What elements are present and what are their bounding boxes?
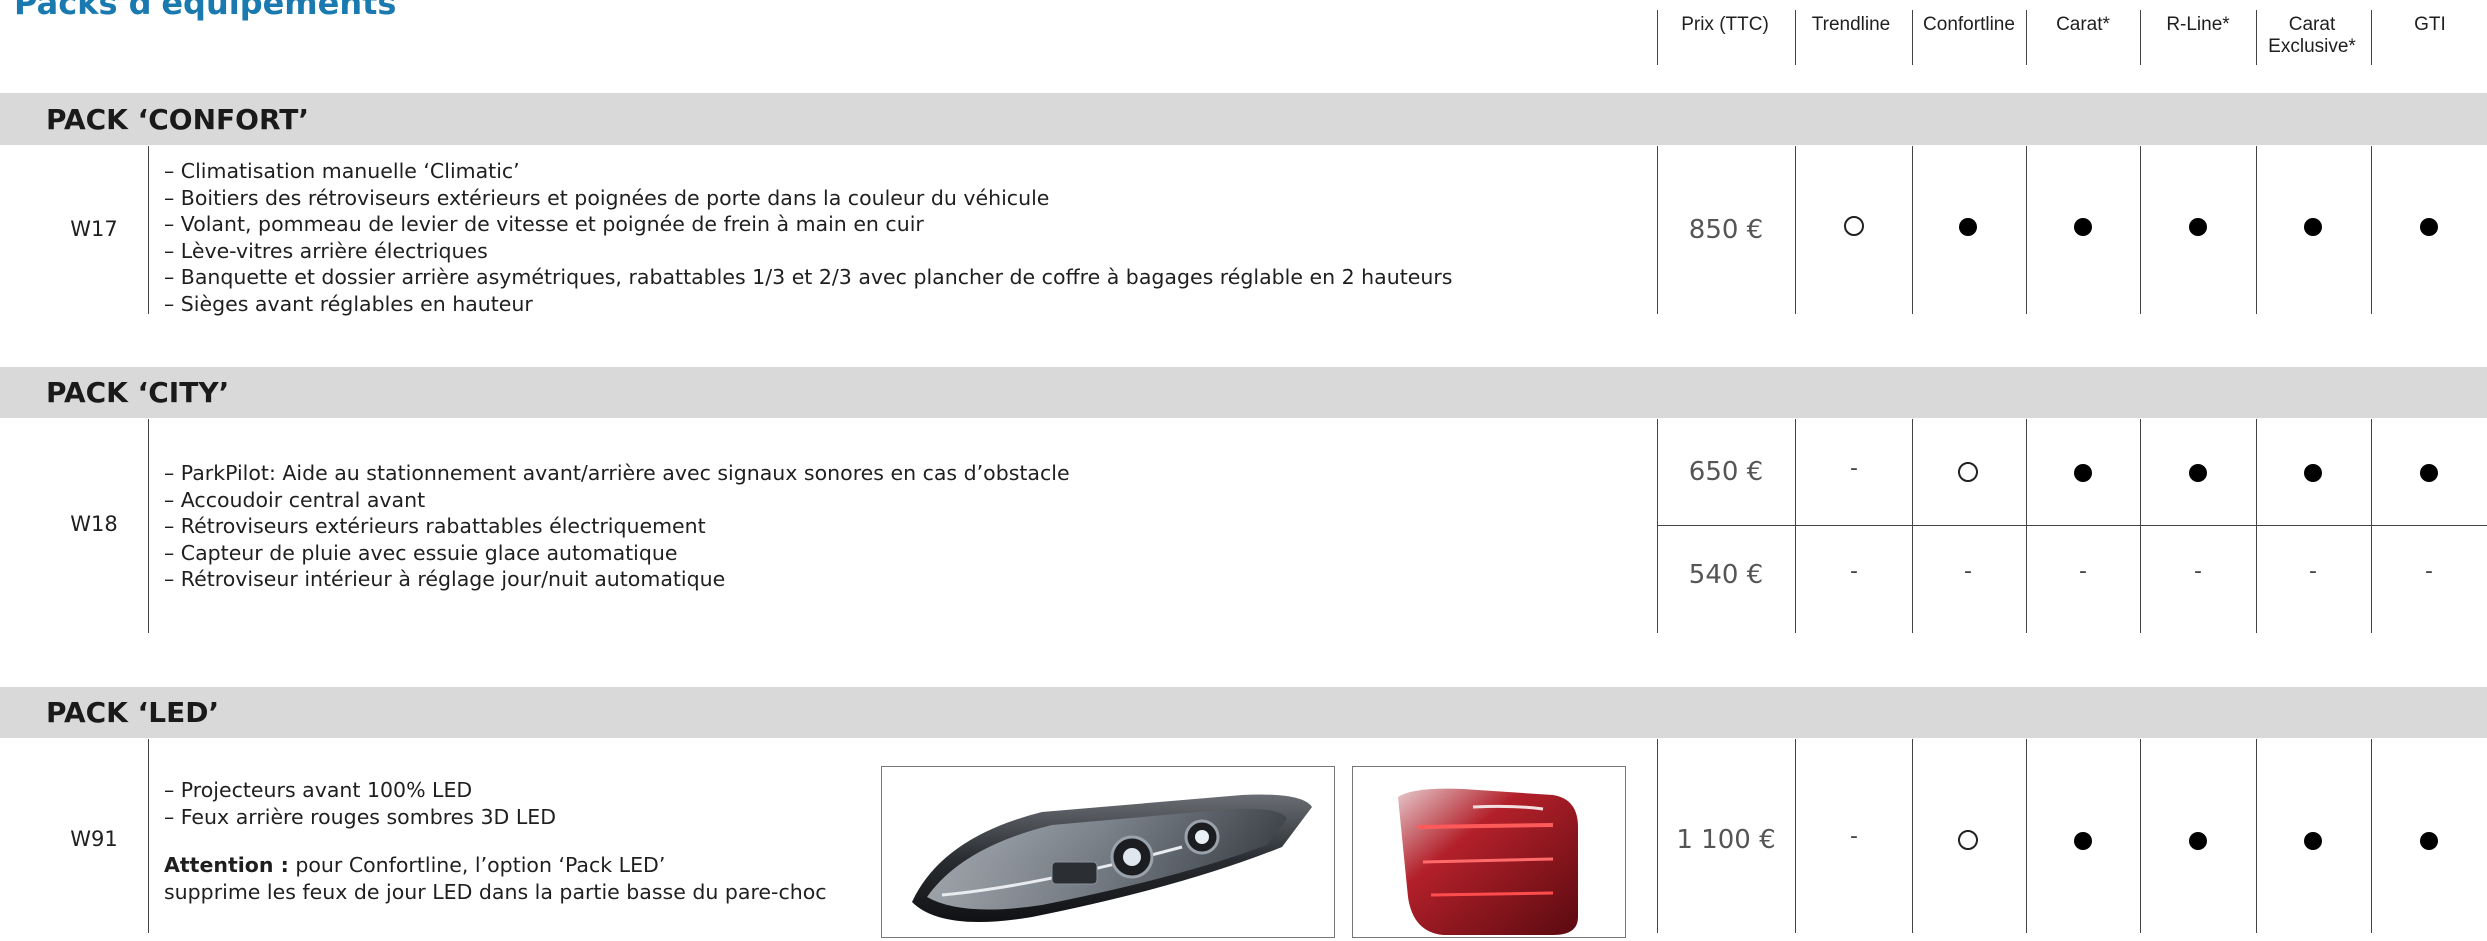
attention-note-line-2: supprime les feux de jour LED dans la pa… [164,879,827,904]
list-item: – Projecteurs avant 100% LED [164,778,473,802]
pack-led-title: PACK ‘LED’ [46,696,220,729]
list-item: – Capteur de pluie avec essuie glace aut… [164,540,678,565]
availability-na: - [1850,559,1858,584]
availability-standard [2033,460,2133,488]
availability-na: - [2079,559,2087,584]
pack-confort-code: W17 [70,217,118,241]
availability-na: - [2425,559,2433,584]
pack-city-code: W18 [70,512,118,536]
attention-note: Attention : pour Confortline, l’option ‘… [164,853,666,877]
pack-led-description: – Projecteurs avant 100% LED – Feux arri… [164,777,827,905]
availability-standard [2263,460,2363,488]
pack-led-header: PACK ‘LED’ [0,687,2487,738]
col-carat-exclusive: Carat Exclusive* [2268,14,2356,57]
pack-city-price-1: 650 € [1688,457,1764,487]
availability-standard [2379,460,2479,488]
list-item: – Sièges avant réglables en hauteur [164,291,533,316]
pack-confort-price: 850 € [1688,215,1764,245]
availability-na: - [1850,456,1858,481]
pack-confort-title: PACK ‘CONFORT’ [46,103,310,136]
pack-confort-description: – Climatisation manuelle ‘Climatic’ – Bo… [164,158,1452,317]
col-confortline: Confortline [1923,14,2015,35]
availability-standard [2148,460,2248,488]
availability-standard [2379,214,2479,242]
availability-standard [2263,828,2363,856]
availability-standard [2033,214,2133,242]
list-item: – Climatisation manuelle ‘Climatic’ [164,159,520,183]
pack-led-price: 1 100 € [1676,825,1776,855]
list-item: – Volant, pommeau de levier de vitesse e… [164,212,924,236]
availability-optional [1918,828,2018,856]
availability-standard [2148,828,2248,856]
pack-city-price-2: 540 € [1688,560,1764,590]
col-trendline: Trendline [1811,14,1891,35]
list-item: – Rétroviseur intérieur à réglage jour/n… [164,567,726,591]
availability-standard [2379,828,2479,856]
page-title: Packs d'équipements [14,0,397,22]
col-price: Prix (TTC) [1681,14,1769,35]
col-rline: R-Line* [2166,14,2230,35]
pack-city-header: PACK ‘CITY’ [0,367,2487,418]
taillight-image [1352,766,1626,938]
headlight-image [881,766,1335,938]
availability-na: - [2194,559,2202,584]
pack-city-description: – ParkPilot: Aide au stationnement avant… [164,460,1070,593]
availability-na: - [2309,559,2317,584]
list-item: – Rétroviseurs extérieurs rabattables él… [164,514,706,538]
availability-standard [2263,214,2363,242]
list-item: – Accoudoir central avant [164,487,426,512]
pack-confort-header: PACK ‘CONFORT’ [0,93,2487,145]
pack-city-title: PACK ‘CITY’ [46,376,230,409]
list-item: – Banquette et dossier arrière asymétriq… [164,265,1453,289]
availability-optional [1918,460,2018,488]
list-item: – Boitiers des rétroviseurs extérieurs e… [164,185,1050,210]
attention-label: Attention : [164,853,289,877]
availability-standard [2033,828,2133,856]
availability-standard [2148,214,2248,242]
pack-led-code: W91 [70,827,118,851]
availability-na: - [1850,824,1858,849]
list-item: – ParkPilot: Aide au stationnement avant… [164,461,1070,485]
availability-standard [1918,214,2018,242]
col-carat: Carat* [2056,14,2110,35]
availability-na: - [1964,559,1972,584]
col-gti: GTI [2414,14,2446,35]
list-item: – Feux arrière rouges sombres 3D LED [164,804,556,829]
list-item: – Lève-vitres arrière électriques [164,238,488,263]
availability-optional [1804,214,1904,242]
